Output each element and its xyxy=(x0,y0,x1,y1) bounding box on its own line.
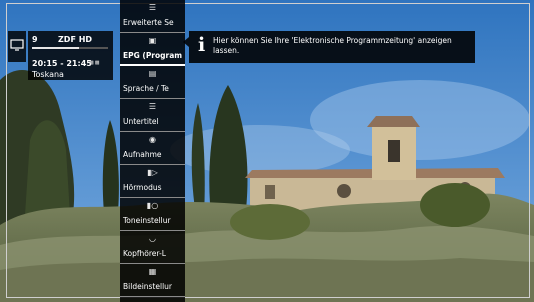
menu-item-language[interactable]: ▤ Sprache / Te xyxy=(120,66,185,99)
menu-item-sound-settings[interactable]: ▮○ Toneinstellur xyxy=(120,198,185,231)
programme-progress-fill xyxy=(32,47,80,49)
info-tooltip: i Hier können Sie Ihre 'Elektronische Pr… xyxy=(183,31,475,63)
record-icon: ◉ xyxy=(149,135,156,144)
tv-source-tile[interactable] xyxy=(8,31,26,62)
menu-item-label: Aufnahme xyxy=(123,150,162,159)
list-icon: ☰ xyxy=(148,3,157,12)
menu-item-label: Hörmodus xyxy=(123,183,162,192)
picture-icon: ▦ xyxy=(148,267,157,276)
programme-badges-icon: ▩▩ xyxy=(89,60,101,66)
subtitle-icon: ☰ xyxy=(148,102,157,111)
speaker-icon: ▮▷ xyxy=(147,168,158,177)
menu-item-subtitles[interactable]: ☰ Untertitel xyxy=(120,99,185,132)
programme-progress-bar xyxy=(32,47,108,49)
tv-icon xyxy=(10,39,24,51)
menu-item-label: Kopfhörer-L xyxy=(123,249,166,258)
menu-item-headphones[interactable]: ◡ Kopfhörer-L xyxy=(120,231,185,264)
language-list-icon: ▤ xyxy=(148,69,157,78)
channel-name: ZDF HD xyxy=(58,35,93,44)
menu-item-label: Erweiterte Se xyxy=(123,18,174,27)
menu-item-recording[interactable]: ◉ Aufnahme xyxy=(120,132,185,165)
menu-item-label: Sprache / Te xyxy=(123,84,169,93)
info-text: Hier können Sie Ihre 'Elektronische Prog… xyxy=(213,36,452,55)
menu-item-label: Untertitel xyxy=(123,117,159,126)
channel-number: 9 xyxy=(32,35,38,44)
info-icon: i xyxy=(198,34,206,56)
menu-item-picture-settings[interactable]: ▦ Bildeinstellur xyxy=(120,264,185,297)
menu-item-audio-mode[interactable]: ▮▷ Hörmodus xyxy=(120,165,185,198)
speaker-settings-icon: ▮○ xyxy=(146,201,159,210)
epg-icon: ▣ xyxy=(148,36,157,45)
menu-item-label: EPG (Program xyxy=(123,51,183,60)
menu-item-advanced[interactable]: ☰ Erweiterte Se xyxy=(120,0,185,33)
menu-item-label: Bildeinstellur xyxy=(123,282,172,291)
programme-title: Toskana xyxy=(32,70,64,79)
channel-info-panel: 9 ZDF HD 20:15 - 21:45 ▩▩ Toskana xyxy=(28,31,113,80)
tooltip-pointer xyxy=(183,37,189,47)
headphones-icon: ◡ xyxy=(149,234,156,243)
option-menu: ☰ Erweiterte Se ▣ EPG (Program ▤ Sprache… xyxy=(120,0,185,302)
programme-time: 20:15 - 21:45 xyxy=(32,59,92,68)
tv-screen: 9 ZDF HD 20:15 - 21:45 ▩▩ Toskana ☰ Erwe… xyxy=(0,0,534,302)
menu-item-label: Toneinstellur xyxy=(123,216,171,225)
menu-item-epg[interactable]: ▣ EPG (Program xyxy=(120,33,185,66)
